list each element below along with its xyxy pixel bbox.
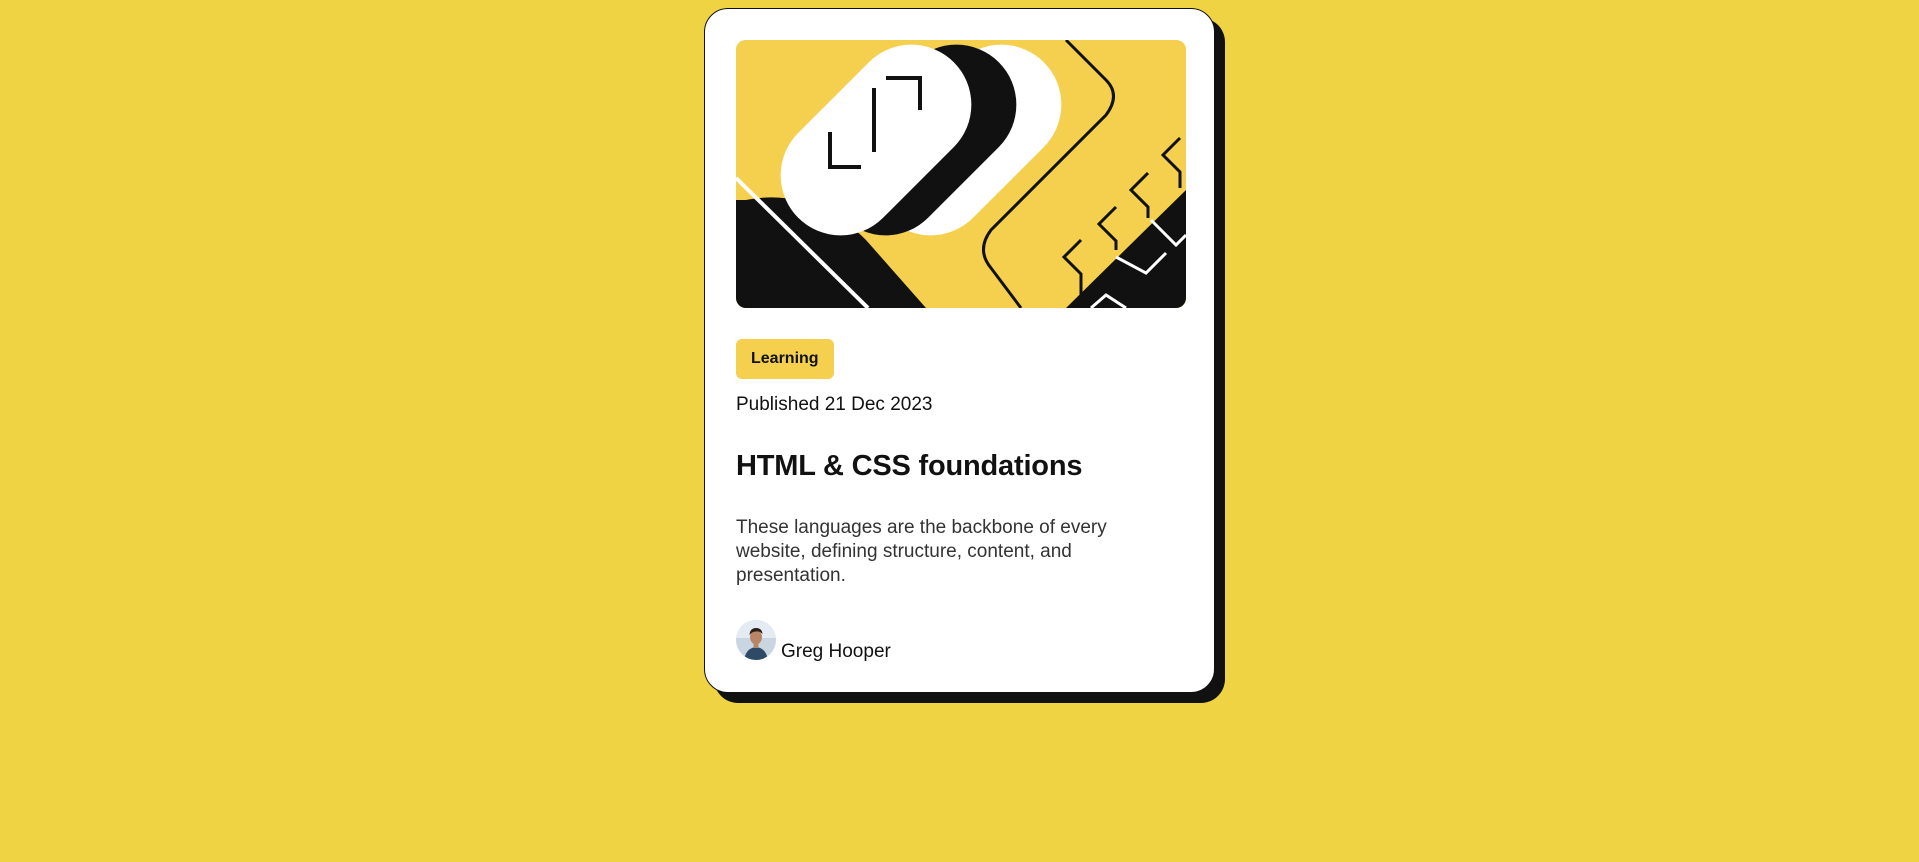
category-tag: Learning [736, 339, 834, 379]
author-name: Greg Hooper [781, 641, 891, 662]
blog-preview-card: Learning Published 21 Dec 2023 HTML & CS… [704, 8, 1215, 693]
page: { "colors": { "background": "#F0D343", "… [0, 0, 1919, 862]
avatar [736, 620, 776, 660]
author: Greg Hooper [736, 620, 1183, 662]
article-illustration [736, 40, 1186, 308]
article-title[interactable]: HTML & CSS foundations [736, 450, 1183, 483]
article-description: These languages are the backbone of ever… [736, 517, 1107, 586]
published-date: Published 21 Dec 2023 [736, 394, 933, 415]
